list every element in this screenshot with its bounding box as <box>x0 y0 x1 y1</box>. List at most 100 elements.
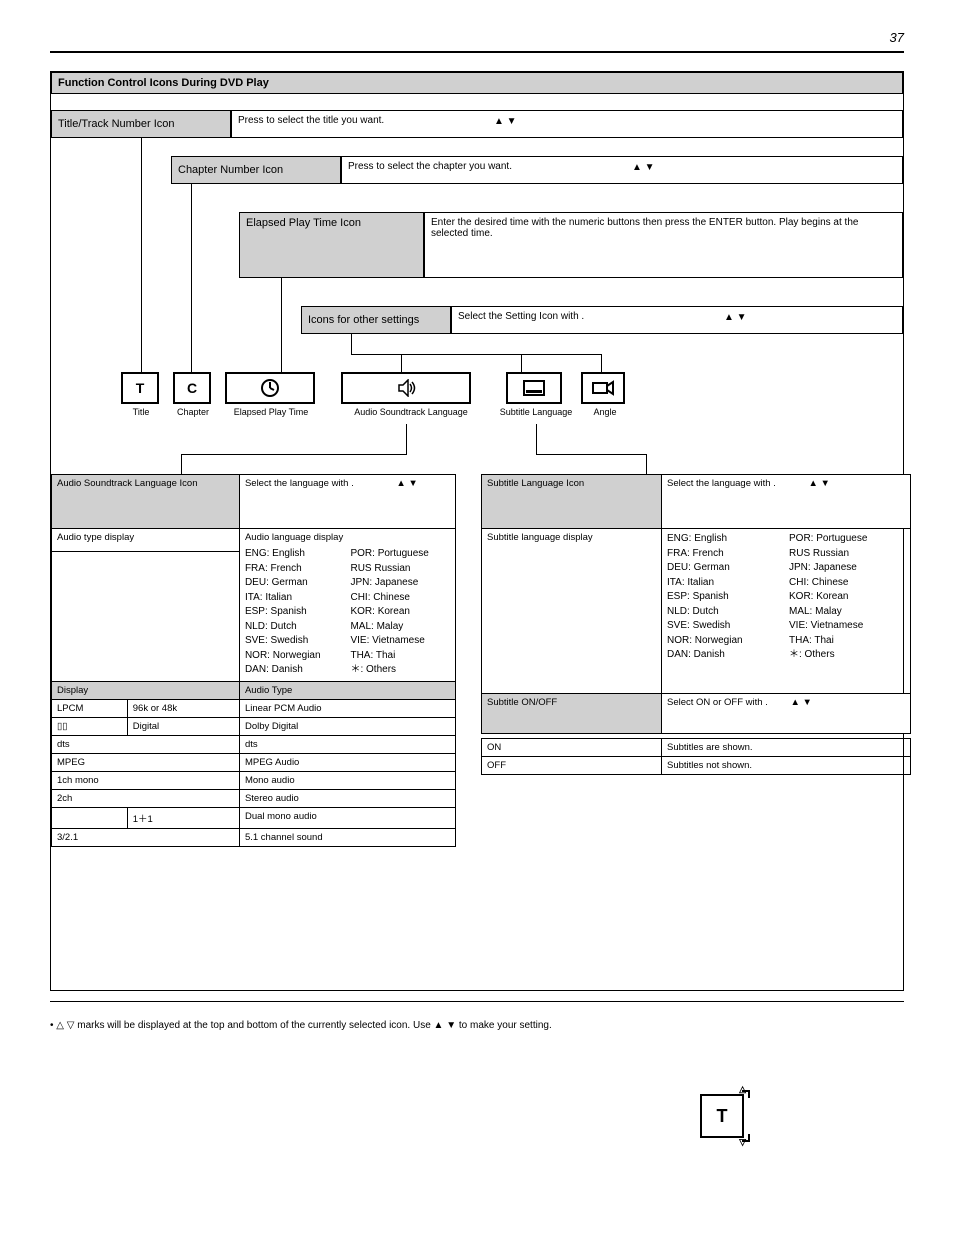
lang-item: JPN: Japanese <box>789 561 905 576</box>
audio-header-right: Select the language with . ▲ ▼ <box>239 475 455 529</box>
angle-icon <box>581 372 625 404</box>
connector <box>646 454 647 474</box>
table-cell: dts <box>52 735 240 753</box>
time-icon-label: Elapsed Play Time <box>231 407 311 417</box>
footer-t-letter: T <box>717 1106 728 1127</box>
lang-item: MAL: Malay <box>350 620 450 635</box>
audio-header-left: Audio Soundtrack Language Icon <box>52 475 240 529</box>
lang-item: DAN: Danish <box>667 648 783 663</box>
table-cell: Stereo audio <box>239 789 455 807</box>
lang-item: ENG: English <box>245 547 345 562</box>
table-cell: 1＋1 <box>127 807 239 828</box>
title-icon: T <box>121 372 159 404</box>
sub-header-left: Subtitle Language Icon <box>482 475 662 529</box>
lang-item: CHI: Chinese <box>350 591 450 606</box>
audio-lang-cell: Audio language display ENG: English FRA:… <box>239 529 455 682</box>
connector <box>181 454 407 455</box>
level3-right: Select the Setting Icon with . ▲ ▼ <box>451 306 903 334</box>
chapter-icon: C <box>173 372 211 404</box>
table-cell: Dual mono audio <box>239 807 455 828</box>
lang-item: ITA: Italian <box>245 591 345 606</box>
connector <box>601 354 602 372</box>
connector <box>191 184 192 372</box>
table-cell: 96k or 48k <box>127 699 239 717</box>
table-cell: dts <box>239 735 455 753</box>
level3-right-text: Select the Setting Icon with . <box>458 311 584 322</box>
lang-item: RUS Russian <box>789 547 905 562</box>
subtitle-onoff-table: ONSubtitles are shown. OFFSubtitles not … <box>481 738 911 775</box>
triangle-down-outline-icon: ▽ <box>739 1137 746 1148</box>
off-text: Subtitles not shown. <box>662 757 911 775</box>
triangle-up-outline-icon <box>56 1020 64 1031</box>
level2-action: Press to select the chapter you want. ▲ … <box>341 156 903 184</box>
sub-lang-label: Subtitle language display <box>482 529 662 694</box>
connector <box>141 138 142 372</box>
time-icon <box>225 372 315 404</box>
section-title: Function Control Icons During DVD Play <box>51 72 903 94</box>
audio-header-right-text: Select the language with . <box>245 478 354 489</box>
lang-item: ＊: Others <box>350 663 450 678</box>
lang-item: SVE: Swedish <box>245 634 345 649</box>
off-label: OFF <box>482 757 662 775</box>
on-text: Subtitles are shown. <box>662 739 911 757</box>
lang-item: ESP: Spanish <box>245 605 345 620</box>
level3-left: Icons for other settings <box>301 306 451 334</box>
audio-icon-label: Audio Soundtrack Language <box>351 407 471 417</box>
audio-table-h2: Audio Type <box>239 681 455 699</box>
footer-note: • marks will be displayed at the top and… <box>50 1018 904 1033</box>
lang-item: ENG: English <box>667 532 783 547</box>
lang-item: FRA: French <box>667 547 783 562</box>
table-cell: Linear PCM Audio <box>239 699 455 717</box>
subtitle-icon-label: Subtitle Language <box>496 407 576 417</box>
connector <box>281 278 282 372</box>
level2-label: Chapter Number Icon <box>171 156 341 184</box>
sub-onoff-right-text: Select ON or OFF with . <box>667 697 768 708</box>
audio-panel: Audio Soundtrack Language Icon Select th… <box>51 474 456 847</box>
sub-onoff-right: Select ON or OFF with . ▲ ▼ <box>662 694 911 734</box>
subtitle-icon <box>506 372 562 404</box>
connector <box>406 424 407 454</box>
sub-header-right-text: Select the language with . <box>667 478 776 489</box>
lang-item: DEU: German <box>245 576 345 591</box>
lang-item: NLD: Dutch <box>245 620 345 635</box>
connector <box>351 354 601 355</box>
up-down-icon: ▲ ▼ <box>632 162 655 173</box>
table-cell: LPCM <box>52 699 128 717</box>
footer-text-2: to make your setting. <box>459 1020 552 1031</box>
lang-item: JPN: Japanese <box>350 576 450 591</box>
lang-item: VIE: Vietnamese <box>789 619 905 634</box>
lang-item: KOR: Korean <box>350 605 450 620</box>
table-cell: Dolby Digital <box>239 717 455 735</box>
lang-item: ESP: Spanish <box>667 590 783 605</box>
time-label: Elapsed Play Time Icon <box>239 212 424 278</box>
sub-onoff-left: Subtitle ON/OFF <box>482 694 662 734</box>
level1-action-text: Press to select the title you want. <box>238 115 384 126</box>
table-cell: 5.1 channel sound <box>239 828 455 846</box>
table-cell: MPEG <box>52 753 240 771</box>
table-cell: MPEG Audio <box>239 753 455 771</box>
up-down-icon: ▲ ▼ <box>724 312 747 323</box>
connector <box>536 454 646 455</box>
lang-item: KOR: Korean <box>789 590 905 605</box>
sub-lang-cell: ENG: English FRA: French DEU: German ITA… <box>662 529 911 694</box>
triangle-down-outline-icon <box>67 1020 75 1031</box>
table-cell: Digital <box>127 717 239 735</box>
diagram-frame: Function Control Icons During DVD Play T… <box>50 71 904 991</box>
chapter-icon-label: Chapter <box>153 407 233 417</box>
connector <box>536 424 537 454</box>
page-number: 37 <box>50 30 904 45</box>
subtitle-panel: Subtitle Language Icon Select the langua… <box>481 474 911 734</box>
lang-item: POR: Portuguese <box>789 532 905 547</box>
lang-item: THA: Thai <box>789 634 905 649</box>
footer-text: marks will be displayed at the top and b… <box>77 1020 433 1031</box>
lang-item: SVE: Swedish <box>667 619 783 634</box>
table-cell: 3/2.1 <box>52 828 240 846</box>
lang-item: NLD: Dutch <box>667 605 783 620</box>
lang-item: MAL: Malay <box>789 605 905 620</box>
triangle-up-outline-icon: △ <box>739 1084 746 1095</box>
lang-item: NOR: Norwegian <box>245 649 345 664</box>
connector <box>401 354 402 372</box>
connector <box>181 454 182 474</box>
lang-item: POR: Portuguese <box>350 547 450 562</box>
lang-item: ＊: Others <box>789 648 905 663</box>
